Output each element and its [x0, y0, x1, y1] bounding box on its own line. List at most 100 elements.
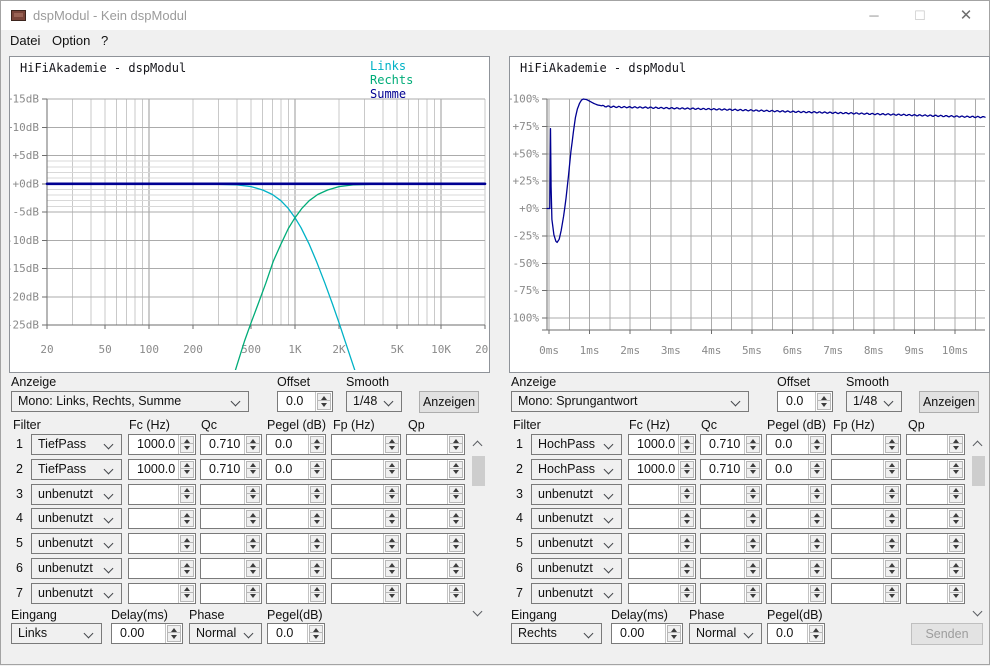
eingang-select[interactable]: Links: [11, 623, 102, 644]
spin-down-button[interactable]: [885, 592, 899, 602]
spin-down-button[interactable]: [949, 592, 963, 602]
spin-down-button[interactable]: [246, 468, 260, 478]
filter-pegel-stepper[interactable]: [766, 558, 826, 579]
filter-qp-stepper[interactable]: [906, 434, 965, 455]
spin-down-button[interactable]: [949, 567, 963, 577]
filter-type-select[interactable]: unbenutzt: [31, 508, 122, 529]
spin-down-button[interactable]: [949, 443, 963, 453]
filter-qp-stepper[interactable]: [406, 434, 465, 455]
offset-stepper[interactable]: 0.0: [277, 391, 333, 412]
filter-fc-stepper[interactable]: [628, 583, 696, 604]
filter-fc-stepper[interactable]: 1000.0: [128, 459, 196, 480]
spin-down-button[interactable]: [680, 517, 694, 527]
filter-type-select[interactable]: unbenutzt: [31, 533, 122, 554]
pegel-stepper[interactable]: 0.0: [267, 623, 325, 644]
filter-qc-stepper[interactable]: [200, 484, 262, 505]
spin-down-button[interactable]: [246, 517, 260, 527]
filter-pegel-stepper[interactable]: [266, 533, 326, 554]
spin-down-button[interactable]: [810, 468, 824, 478]
anzeige-select[interactable]: Mono: Sprungantwort: [511, 391, 749, 412]
filter-type-select[interactable]: unbenutzt: [531, 558, 622, 579]
spin-down-button[interactable]: [746, 542, 760, 552]
spin-down-button[interactable]: [449, 592, 463, 602]
filter-fc-stepper[interactable]: [628, 558, 696, 579]
spin-down-button[interactable]: [385, 592, 399, 602]
filter-fp-stepper[interactable]: [831, 434, 901, 455]
filter-fc-stepper[interactable]: [628, 508, 696, 529]
filter-pegel-stepper[interactable]: [266, 484, 326, 505]
spin-down-button[interactable]: [180, 567, 194, 577]
spin-down-button[interactable]: [746, 517, 760, 527]
filter-fp-stepper[interactable]: [831, 484, 901, 505]
filter-fc-stepper[interactable]: [128, 533, 196, 554]
spin-down-button[interactable]: [746, 592, 760, 602]
spin-down-button[interactable]: [746, 567, 760, 577]
filter-qp-stepper[interactable]: [906, 533, 965, 554]
spin-down-button[interactable]: [449, 542, 463, 552]
spin-down-button[interactable]: [949, 468, 963, 478]
spin-down-button[interactable]: [885, 517, 899, 527]
filter-fc-stepper[interactable]: [128, 484, 196, 505]
delay-stepper[interactable]: 0.00: [611, 623, 683, 644]
scroll-up-icon[interactable]: [474, 440, 482, 448]
filter-fp-stepper[interactable]: [831, 583, 901, 604]
spin-down-button[interactable]: [680, 443, 694, 453]
anzeigen-button[interactable]: Anzeigen: [919, 391, 979, 413]
filter-fc-stepper[interactable]: [628, 484, 696, 505]
spin-down-button[interactable]: [449, 517, 463, 527]
smooth-select[interactable]: 1/48: [846, 391, 902, 412]
spin-down-button[interactable]: [180, 517, 194, 527]
filter-qp-stepper[interactable]: [906, 508, 965, 529]
spin-down-button[interactable]: [385, 567, 399, 577]
filter-type-select[interactable]: HochPass: [531, 459, 622, 480]
spin-down-button[interactable]: [746, 468, 760, 478]
phase-select[interactable]: Normal: [689, 623, 762, 644]
filter-pegel-stepper[interactable]: [766, 533, 826, 554]
filter-pegel-stepper[interactable]: [766, 583, 826, 604]
filter-fc-stepper[interactable]: [128, 508, 196, 529]
scrollbar-thumb[interactable]: [472, 456, 485, 486]
spin-down-button[interactable]: [385, 443, 399, 453]
filter-qc-stepper[interactable]: 0.710: [700, 434, 762, 455]
spin-down-button[interactable]: [180, 468, 194, 478]
filter-fp-stepper[interactable]: [331, 459, 401, 480]
filter-pegel-stepper[interactable]: [266, 508, 326, 529]
filter-fp-stepper[interactable]: [331, 533, 401, 554]
spin-down-button[interactable]: [246, 592, 260, 602]
spin-down-button[interactable]: [449, 468, 463, 478]
filter-qp-stepper[interactable]: [406, 484, 465, 505]
spin-down-button[interactable]: [680, 567, 694, 577]
filter-pegel-stepper[interactable]: 0.0: [766, 434, 826, 455]
spin-down-button[interactable]: [180, 592, 194, 602]
filter-qc-stepper[interactable]: 0.710: [200, 459, 262, 480]
spin-down-button[interactable]: [949, 542, 963, 552]
scroll-down-icon[interactable]: [474, 608, 482, 616]
spin-down-button[interactable]: [810, 567, 824, 577]
filter-qc-stepper[interactable]: [200, 508, 262, 529]
filter-type-select[interactable]: unbenutzt: [531, 484, 622, 505]
spin-down-button[interactable]: [246, 542, 260, 552]
spin-down-button[interactable]: [180, 542, 194, 552]
filter-qp-stepper[interactable]: [406, 508, 465, 529]
filter-fc-stepper[interactable]: [128, 583, 196, 604]
filter-type-select[interactable]: unbenutzt: [31, 558, 122, 579]
filter-pegel-stepper[interactable]: 0.0: [266, 459, 326, 480]
spin-down-button[interactable]: [310, 468, 324, 478]
filter-fp-stepper[interactable]: [831, 533, 901, 554]
spin-down-button[interactable]: [385, 468, 399, 478]
filter-qp-stepper[interactable]: [906, 459, 965, 480]
filter-qc-stepper[interactable]: [700, 583, 762, 604]
filter-pegel-stepper[interactable]: 0.0: [266, 434, 326, 455]
spin-down-button[interactable]: [810, 493, 824, 503]
spin-down-button[interactable]: [310, 592, 324, 602]
filter-type-select[interactable]: unbenutzt: [531, 583, 622, 604]
spin-down-button[interactable]: [680, 592, 694, 602]
spin-down-button[interactable]: [949, 517, 963, 527]
filter-fc-stepper[interactable]: [128, 558, 196, 579]
anzeigen-button[interactable]: Anzeigen: [419, 391, 479, 413]
spin-down-button[interactable]: [310, 493, 324, 503]
filter-qp-stepper[interactable]: [406, 558, 465, 579]
filter-fp-stepper[interactable]: [831, 459, 901, 480]
spin-down-button[interactable]: [885, 493, 899, 503]
filter-type-select[interactable]: TiefPass: [31, 459, 122, 480]
